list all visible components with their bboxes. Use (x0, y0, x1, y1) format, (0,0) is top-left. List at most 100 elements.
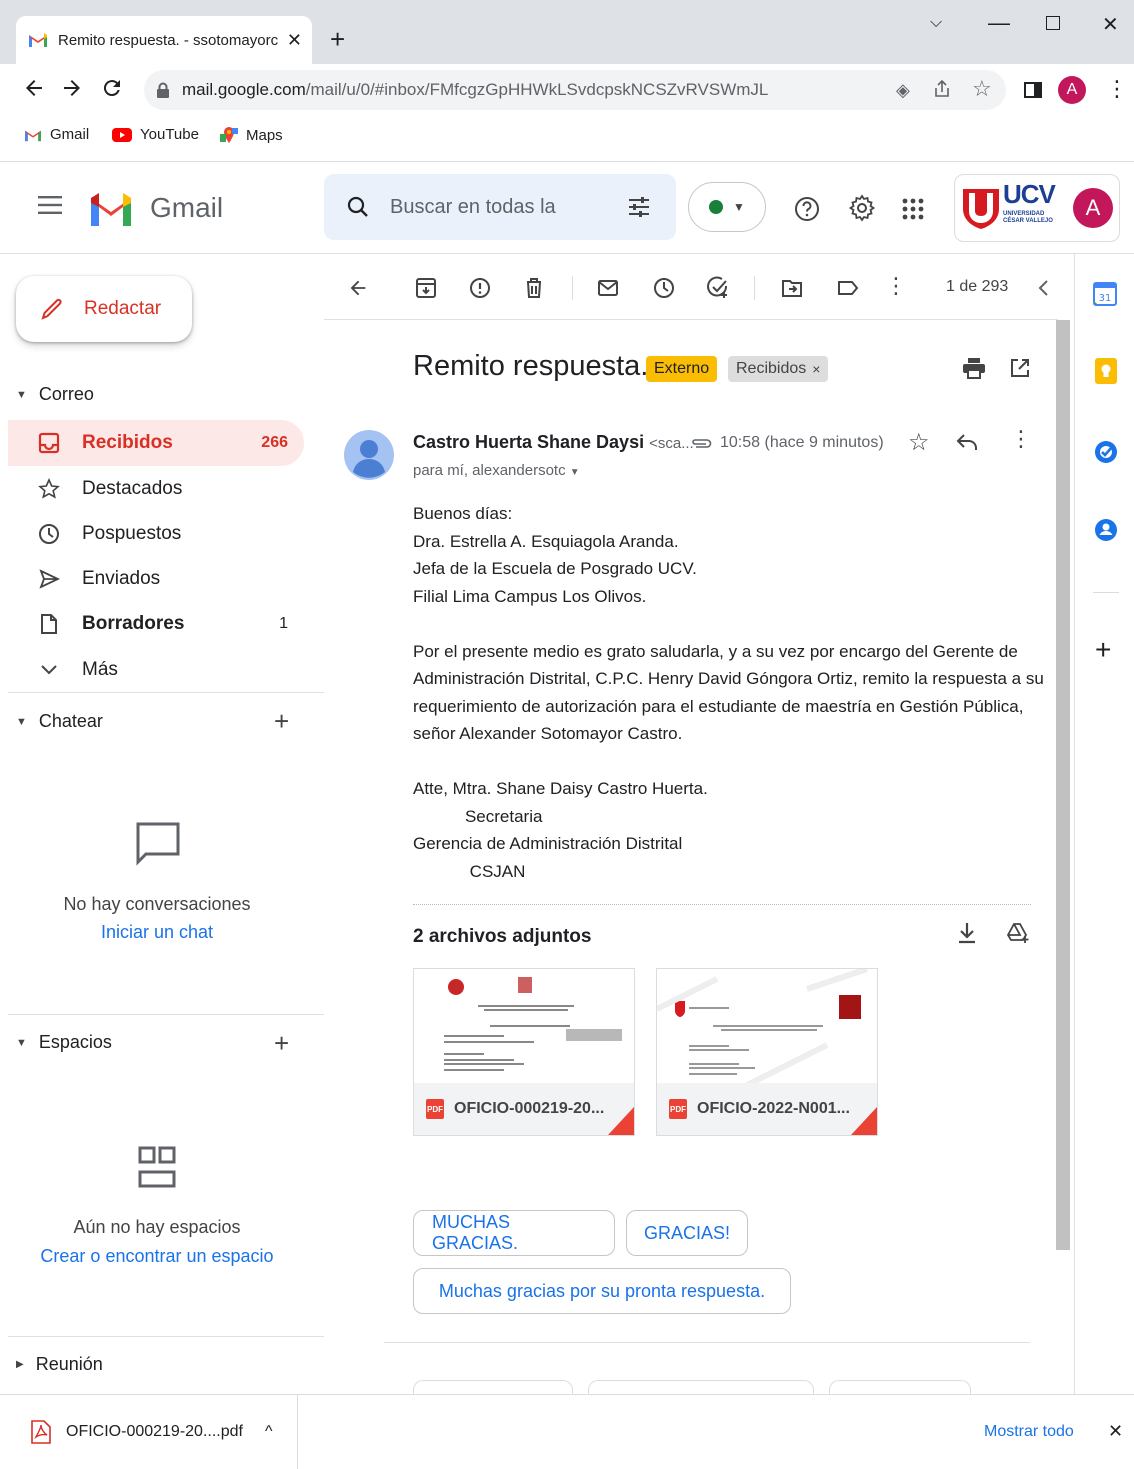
chrome-menu-icon[interactable]: ⋮ (1106, 76, 1128, 102)
show-all-downloads-link[interactable]: Mostrar todo (984, 1423, 1074, 1441)
report-spam-icon[interactable] (466, 274, 494, 302)
show-details-caret-icon[interactable]: ▼ (570, 467, 580, 478)
new-tab-icon[interactable]: + (330, 24, 345, 55)
find-space-link[interactable]: Crear o encontrar un espacio (0, 1246, 314, 1267)
section-spaces[interactable]: ▼ Espacios (16, 1032, 112, 1053)
message-more-icon[interactable]: ⋮ (1010, 426, 1032, 452)
attachment-card[interactable]: PDF OFICIO-2022-N001... (656, 968, 878, 1136)
draft-file-icon (41, 614, 57, 634)
search-bar[interactable]: Buscar en todas la (324, 174, 676, 240)
browser-tab[interactable]: Remito respuesta. - ssotomayorc ✕ (16, 16, 312, 64)
label-tag-icon[interactable] (834, 274, 862, 302)
download-item[interactable]: OFICIO-000219-20....pdf ^ (0, 1395, 298, 1469)
browser-toolbar: mail.google.com/mail/u/0/#inbox/FMfcgzGp… (0, 64, 1134, 116)
download-all-icon[interactable] (958, 922, 976, 944)
bookmark-gmail[interactable]: Gmail (24, 126, 89, 143)
download-options-chevron-icon[interactable]: ^ (265, 1423, 273, 1441)
apps-grid-icon[interactable] (902, 198, 924, 220)
attachment-preview (414, 969, 634, 1085)
tab-search-icon[interactable]: ⌵ (930, 14, 942, 32)
bookmark-youtube[interactable]: YouTube (112, 126, 199, 143)
bookmark-star-icon[interactable]: ☆ (972, 76, 992, 102)
chrome-profile-avatar[interactable]: A (1058, 76, 1086, 104)
gmail-app: Gmail Buscar en todas la ▼ UCV UNIVERSID… (0, 162, 1134, 1450)
organization-account[interactable]: UCV UNIVERSIDAD CÉSAR VALLEJO A (954, 174, 1120, 242)
address-bar[interactable]: mail.google.com/mail/u/0/#inbox/FMfcgzGp… (144, 70, 1006, 110)
main-menu-icon[interactable] (38, 196, 62, 214)
recipients-line[interactable]: para mí, alexandersotc ▼ (413, 462, 580, 479)
save-to-drive-icon[interactable] (1006, 922, 1030, 944)
active-status-icon (709, 200, 724, 214)
status-indicator[interactable]: ▼ (688, 182, 766, 232)
sidebar-item-drafts[interactable]: Borradores 1 (8, 601, 304, 647)
sidebar-item-more[interactable]: Más (8, 647, 304, 693)
back-to-inbox-icon[interactable] (344, 274, 372, 302)
sidebar-item-sent[interactable]: Enviados (8, 556, 304, 602)
prev-email-chevron-icon[interactable] (1030, 274, 1058, 302)
snooze-clock-icon[interactable] (650, 274, 678, 302)
contacts-icon[interactable] (1094, 518, 1118, 542)
sender-name[interactable]: Castro Huerta Shane Daysi <sca... (413, 432, 694, 453)
browser-frame: Remito respuesta. - ssotomayorc ✕ + ⌵ — … (0, 0, 1134, 162)
more-options-icon[interactable]: ⋮ (882, 272, 910, 300)
scrollbar-track[interactable] (1056, 320, 1070, 1250)
smart-reply-button[interactable]: GRACIAS! (626, 1210, 748, 1256)
section-chat[interactable]: ▼ Chatear (16, 711, 103, 732)
search-input[interactable]: Buscar en todas la (390, 196, 556, 219)
smart-reply-button[interactable]: Muchas gracias por su pronta respuesta. (413, 1268, 791, 1314)
close-download-bar-icon[interactable]: ✕ (1108, 1421, 1123, 1442)
smart-reply-button[interactable]: MUCHAS GRACIAS. (413, 1210, 615, 1256)
compose-button[interactable]: Redactar (16, 276, 192, 342)
label-external-badge[interactable]: Externo (646, 356, 718, 382)
back-icon[interactable] (22, 76, 46, 100)
print-icon[interactable] (960, 354, 988, 382)
minimize-icon[interactable]: — (988, 10, 1010, 36)
section-meet[interactable]: ▶ Reunión (16, 1354, 103, 1375)
settings-gear-icon[interactable] (848, 194, 876, 222)
remove-label-icon[interactable]: × (812, 361, 820, 377)
get-addons-plus-icon[interactable]: + (1095, 634, 1111, 666)
side-panel-icon[interactable] (1024, 82, 1042, 98)
tasks-icon[interactable] (1094, 440, 1118, 464)
sidebar-item-inbox[interactable]: Recibidos 266 (8, 420, 304, 466)
label-inbox-chip[interactable]: Recibidos × (728, 356, 829, 382)
reply-icon[interactable] (956, 432, 978, 452)
move-to-icon[interactable] (778, 274, 806, 302)
window-close-icon[interactable]: ✕ (1102, 12, 1119, 37)
panel-divider (1093, 592, 1119, 593)
sidebar-item-starred[interactable]: Destacados (8, 466, 304, 512)
sidebar-item-snoozed[interactable]: Pospuestos (8, 511, 304, 557)
toolbar-separator (754, 276, 755, 300)
reload-icon[interactable] (100, 76, 124, 100)
add-task-icon[interactable] (704, 274, 732, 302)
help-icon[interactable] (794, 196, 820, 222)
new-chat-plus-icon[interactable]: + (274, 706, 289, 737)
sender-avatar[interactable] (344, 430, 394, 480)
attachment-paperclip-icon (690, 436, 712, 450)
search-options-icon[interactable] (626, 194, 652, 220)
account-avatar[interactable]: A (1073, 188, 1113, 228)
extension-icon[interactable]: ◈ (896, 80, 910, 101)
gmail-logo-icon[interactable] (88, 190, 134, 226)
start-chat-link[interactable]: Iniciar un chat (0, 922, 314, 943)
delete-trash-icon[interactable] (520, 274, 548, 302)
open-new-window-icon[interactable] (1006, 354, 1034, 382)
scrollbar-thumb[interactable] (1056, 320, 1070, 1250)
lock-icon[interactable] (156, 82, 170, 98)
tab-close-icon[interactable]: ✕ (287, 30, 302, 51)
calendar-icon[interactable]: 31 (1093, 282, 1117, 306)
maximize-icon[interactable] (1046, 16, 1060, 30)
mark-unread-icon[interactable] (594, 274, 622, 302)
share-icon[interactable] (932, 79, 952, 99)
star-email-icon[interactable]: ☆ (908, 428, 930, 457)
archive-icon[interactable] (412, 274, 440, 302)
search-icon[interactable] (346, 195, 370, 219)
caret-right-icon: ▶ (16, 1359, 24, 1370)
bookmark-maps[interactable]: Maps (220, 126, 283, 144)
section-mail[interactable]: ▼ Correo (16, 384, 94, 405)
keep-notes-icon[interactable] (1095, 358, 1117, 384)
attachment-card[interactable]: PDF OFICIO-000219-20... (413, 968, 635, 1136)
email-toolbar: ⋮ 1 de 293 (324, 254, 1058, 320)
forward-icon[interactable] (60, 76, 84, 100)
new-space-plus-icon[interactable]: + (274, 1028, 289, 1059)
